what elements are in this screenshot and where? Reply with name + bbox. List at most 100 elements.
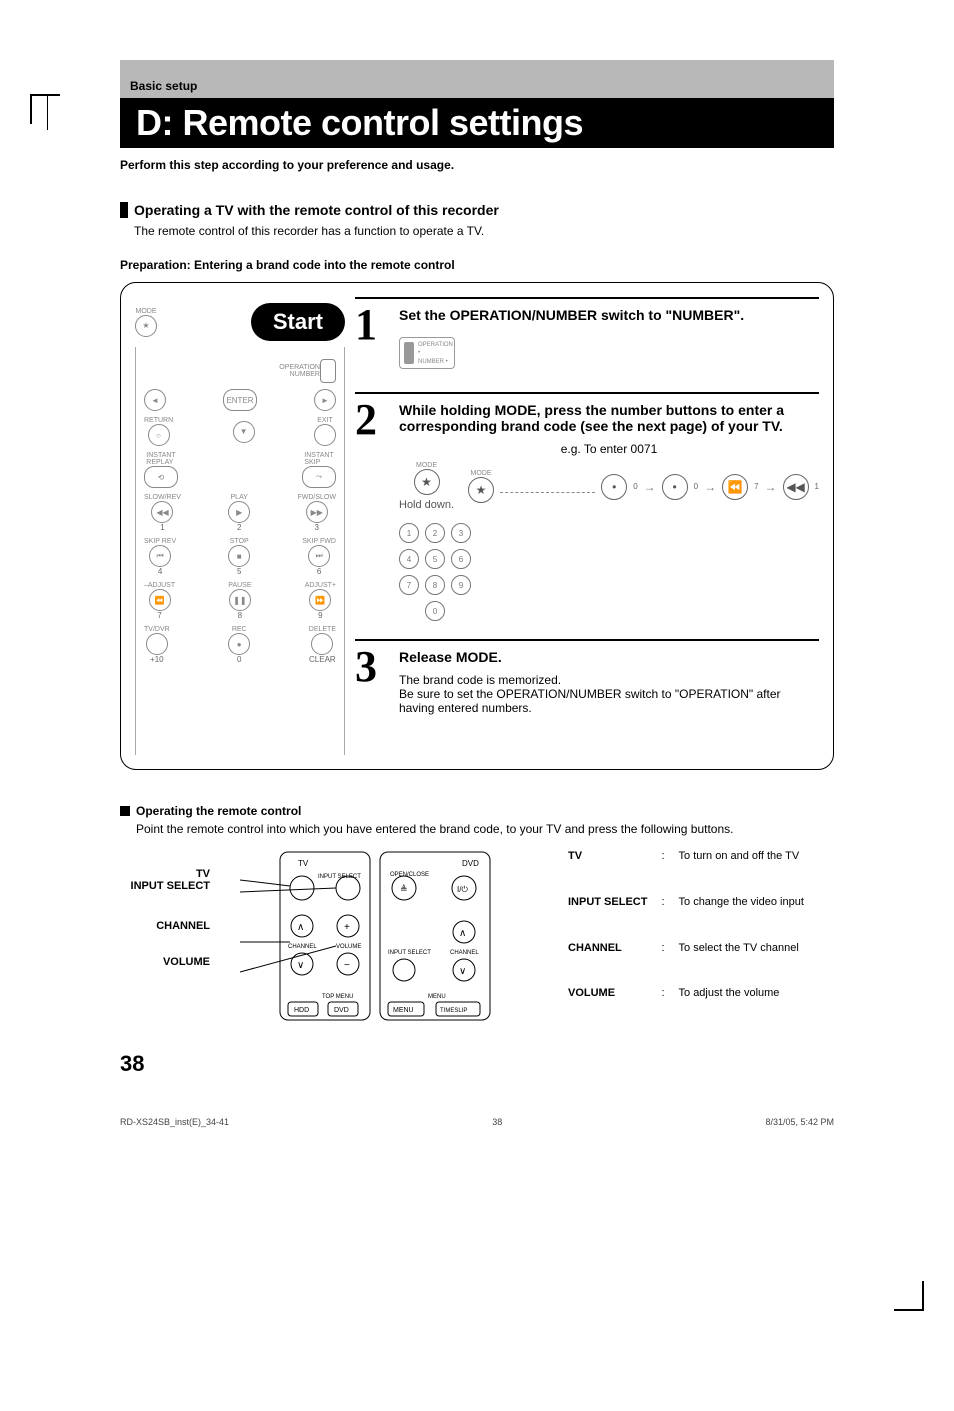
callout-channel: CHANNEL bbox=[120, 920, 210, 932]
step-2-title: While holding MODE, press the number but… bbox=[399, 402, 819, 434]
skip-fwd-button-icon: ⏭ bbox=[308, 545, 330, 567]
function-table: TV:To turn on and off the TV INPUT SELEC… bbox=[560, 846, 812, 1031]
instruction-frame: MODE ★ Start OPERATIONNUMBER ◄ ENTER ► bbox=[120, 282, 834, 770]
stop-button-icon: ■ bbox=[228, 545, 250, 567]
remote-diagram: MODE ★ Start OPERATIONNUMBER ◄ ENTER ► bbox=[135, 297, 345, 755]
step-3-desc2: Be sure to set the OPERATION/NUMBER swit… bbox=[399, 687, 819, 715]
callout-tv: TV bbox=[120, 868, 210, 880]
label-fwd-slow: FWD/SLOW bbox=[297, 494, 336, 501]
delete-button-icon bbox=[311, 633, 333, 655]
svg-text:≜: ≜ bbox=[400, 884, 408, 894]
digit-0b-icon: • bbox=[662, 474, 688, 500]
arrow-icon: → bbox=[704, 480, 716, 494]
footer-right: 8/31/05, 5:42 PM bbox=[765, 1117, 834, 1127]
page-title: D: Remote control settings bbox=[136, 102, 818, 144]
start-pill: Start bbox=[251, 303, 345, 341]
svg-text:CHANNEL: CHANNEL bbox=[288, 944, 317, 950]
svg-text:HDD: HDD bbox=[294, 1007, 309, 1014]
step-1-number: 1 bbox=[355, 307, 391, 374]
table-row: CHANNEL:To select the TV channel bbox=[562, 940, 810, 984]
svg-text:TV: TV bbox=[298, 859, 309, 868]
step-3-desc1: The brand code is memorized. bbox=[399, 673, 819, 687]
label-slow-rev: SLOW/REV bbox=[144, 494, 181, 501]
op-number-switch-icon bbox=[320, 359, 336, 383]
label-pause: PAUSE bbox=[228, 582, 251, 589]
callout-column: TV INPUT SELECT CHANNEL VOLUME bbox=[120, 846, 210, 1031]
footer-center: 38 bbox=[492, 1117, 502, 1127]
step-1-title: Set the OPERATION/NUMBER switch to "NUMB… bbox=[399, 307, 819, 323]
svg-text:CHANNEL: CHANNEL bbox=[450, 950, 479, 956]
label-return: RETURN bbox=[144, 417, 173, 424]
svg-text:+: + bbox=[344, 922, 350, 933]
svg-text:∧: ∧ bbox=[297, 922, 304, 933]
step-2: 2 While holding MODE, press the number b… bbox=[355, 392, 819, 621]
svg-text:∧: ∧ bbox=[459, 928, 466, 939]
switch-label-operation: OPERATION bbox=[418, 342, 453, 348]
footer: RD-XS24SB_inst(E)_34-41 38 8/31/05, 5:42… bbox=[120, 1117, 834, 1127]
step-3: 3 Release MODE. The brand code is memori… bbox=[355, 639, 819, 715]
label-mode: MODE bbox=[136, 308, 157, 315]
svg-text:TOP MENU: TOP MENU bbox=[322, 994, 353, 1000]
digit-1-icon: ◀◀ bbox=[783, 474, 809, 500]
switch-label-number: NUMBER bbox=[418, 359, 444, 365]
tv-dvr-button-icon bbox=[146, 633, 168, 655]
section2-sub: Point the remote control into which you … bbox=[136, 822, 834, 836]
label-adjust-plus: ADJUST+ bbox=[305, 582, 336, 589]
label-stop: STOP bbox=[230, 538, 249, 545]
table-row: TV:To turn on and off the TV bbox=[562, 848, 810, 892]
callout-volume: VOLUME bbox=[120, 956, 210, 968]
svg-text:VOLUME: VOLUME bbox=[336, 944, 361, 950]
slow-rev-button-icon: ◀◀ bbox=[151, 501, 173, 523]
adjust-minus-button-icon: ⏪ bbox=[149, 589, 171, 611]
step2-hold-down: Hold down. bbox=[399, 499, 454, 511]
digit-7-icon: ⏪ bbox=[722, 474, 748, 500]
arrow-icon: → bbox=[644, 480, 656, 494]
label-exit: EXIT bbox=[317, 417, 333, 424]
title-bar: D: Remote control settings bbox=[120, 98, 834, 148]
svg-text:MENU: MENU bbox=[428, 994, 446, 1000]
step-1: 1 Set the OPERATION/NUMBER switch to "NU… bbox=[355, 297, 819, 374]
crop-mark-bottom-right bbox=[894, 1281, 924, 1311]
adjust-plus-button-icon: ⏩ bbox=[309, 589, 331, 611]
play-button-icon: ▶ bbox=[228, 501, 250, 523]
step-3-number: 3 bbox=[355, 649, 391, 715]
instant-skip-button-icon: ⤳ bbox=[302, 466, 336, 488]
mode-button-icon: ★ bbox=[135, 315, 157, 337]
label-number: NUMBER bbox=[290, 371, 320, 378]
svg-text:∨: ∨ bbox=[297, 960, 304, 971]
label-instant-skip: INSTANT SKIP bbox=[304, 452, 333, 466]
label-skip-rev: SKIP REV bbox=[144, 538, 176, 545]
section1-heading: Operating a TV with the remote control o… bbox=[120, 202, 499, 218]
step-3-title: Release MODE. bbox=[399, 649, 819, 665]
step-2-example: e.g. To enter 0071 bbox=[399, 442, 819, 456]
header-gray-bar: Basic setup bbox=[120, 60, 834, 98]
return-button-icon: ○ bbox=[148, 424, 170, 446]
label-play: PLAY bbox=[231, 494, 248, 501]
dashed-line bbox=[500, 492, 595, 493]
remote-top-diagram: TV INPUT SELECT ∧ ∨ CHANNEL + − VOLUME T… bbox=[240, 846, 530, 1031]
section1-sub: The remote control of this recorder has … bbox=[134, 224, 834, 238]
svg-text:DVD: DVD bbox=[462, 859, 479, 868]
label-adjust-minus: –ADJUST bbox=[144, 582, 175, 589]
fwd-slow-button-icon: ▶▶ bbox=[306, 501, 328, 523]
digit-0a-icon: • bbox=[601, 474, 627, 500]
instant-replay-button-icon: ⟲ bbox=[144, 466, 178, 488]
numpad-hint-grid: 123 456 789 0 bbox=[399, 523, 819, 621]
exit-button-icon bbox=[314, 424, 336, 446]
step2-mode-button-icon: ★ bbox=[414, 469, 440, 495]
footer-left: RD-XS24SB_inst(E)_34-41 bbox=[120, 1117, 229, 1127]
callout-input-select: INPUT SELECT bbox=[120, 880, 210, 892]
label-rec: REC bbox=[232, 626, 247, 633]
op-number-switch-diagram: OPERATION • NUMBER • bbox=[399, 337, 455, 369]
label-operation: OPERATION bbox=[279, 364, 320, 371]
svg-text:DVD: DVD bbox=[334, 1007, 349, 1014]
skip-rev-button-icon: ⏮ bbox=[149, 545, 171, 567]
label-instant-replay: INSTANT REPLAY bbox=[146, 452, 175, 466]
svg-text:INPUT SELECT: INPUT SELECT bbox=[388, 950, 431, 956]
step-2-number: 2 bbox=[355, 402, 391, 621]
step2-mode-label: MODE bbox=[416, 462, 437, 469]
label-skip-fwd: SKIP FWD bbox=[302, 538, 336, 545]
svg-text:MENU: MENU bbox=[393, 1007, 414, 1014]
crop-mark-top-left bbox=[30, 94, 60, 124]
label-delete: DELETE bbox=[309, 626, 336, 633]
